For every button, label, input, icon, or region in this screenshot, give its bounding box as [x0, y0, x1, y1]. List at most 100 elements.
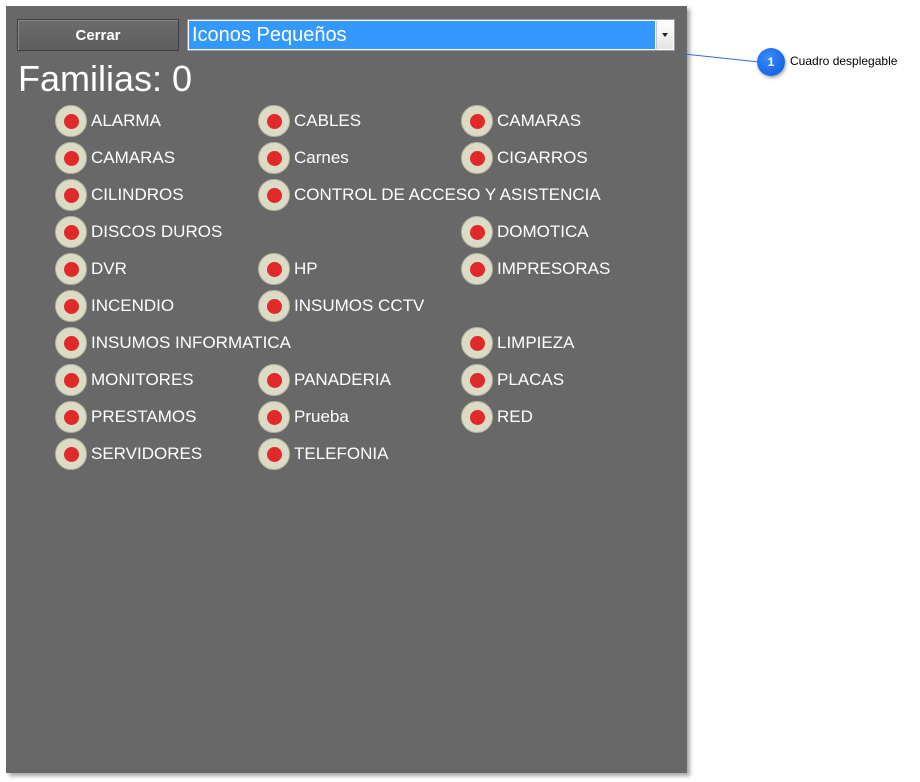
family-item[interactable]: ALARMA	[55, 104, 161, 138]
family-item[interactable]: PRESTAMOS	[55, 400, 196, 434]
family-item-label: DISCOS DUROS	[91, 222, 223, 241]
family-item-label: LIMPIEZA	[497, 333, 575, 352]
family-radio-icon[interactable]	[258, 179, 290, 211]
family-item-label: CABLES	[294, 111, 362, 130]
family-radio-icon[interactable]	[55, 438, 87, 470]
family-item[interactable]: DISCOS DUROS	[55, 215, 222, 249]
radio-dot-icon	[266, 113, 282, 129]
family-item[interactable]: CAMARAS	[55, 141, 175, 175]
radio-dot-icon	[266, 409, 282, 425]
family-item-label: CIGARROS	[497, 148, 588, 167]
family-radio-icon[interactable]	[258, 253, 290, 285]
family-item[interactable]: DVR	[55, 252, 127, 286]
family-item[interactable]: SERVIDORES	[55, 437, 202, 471]
family-radio-icon[interactable]	[55, 327, 87, 359]
families-count-title: Familias: 0	[18, 58, 193, 99]
radio-dot-icon	[63, 113, 79, 129]
family-item[interactable]: CIGARROS	[461, 141, 588, 175]
radio-dot-icon	[469, 372, 485, 388]
family-radio-icon[interactable]	[258, 438, 290, 470]
radio-dot-icon	[469, 409, 485, 425]
family-item-label: INSUMOS CCTV	[294, 296, 425, 315]
family-radio-icon[interactable]	[55, 364, 87, 396]
radio-dot-icon	[63, 224, 79, 240]
family-item-label: DVR	[91, 259, 127, 278]
family-item[interactable]: PANADERIA	[258, 363, 391, 397]
family-item-label: INCENDIO	[91, 296, 175, 315]
family-item-label: HP	[294, 259, 318, 278]
radio-dot-icon	[63, 150, 79, 166]
family-item-label: CAMARAS	[91, 148, 176, 167]
family-radio-icon[interactable]	[258, 401, 290, 433]
family-radio-icon[interactable]	[461, 142, 493, 174]
family-item-label: IMPRESORAS	[497, 259, 611, 278]
family-item[interactable]: CABLES	[258, 104, 361, 138]
callout-label: Cuadro desplegable	[790, 54, 898, 68]
family-radio-icon[interactable]	[461, 327, 493, 359]
family-item-label: CONTROL DE ACCESO Y ASISTENCIA	[294, 185, 601, 204]
close-button[interactable]: Cerrar	[17, 19, 179, 51]
family-radio-icon[interactable]	[461, 216, 493, 248]
radio-dot-icon	[266, 187, 282, 203]
family-item-label: DOMOTICA	[497, 222, 589, 241]
family-radio-icon[interactable]	[461, 401, 493, 433]
family-item[interactable]: CAMARAS	[461, 104, 581, 138]
family-item[interactable]: RED	[461, 400, 533, 434]
family-item[interactable]: Prueba	[258, 400, 349, 434]
family-item-label: Carnes	[294, 148, 349, 167]
family-radio-icon[interactable]	[258, 290, 290, 322]
view-mode-dropdown[interactable]: Iconos Pequeños	[187, 19, 675, 51]
family-radio-icon[interactable]	[258, 105, 290, 137]
radio-dot-icon	[63, 261, 79, 277]
family-radio-icon[interactable]	[461, 105, 493, 137]
family-radio-icon[interactable]	[461, 364, 493, 396]
family-item-label: MONITORES	[91, 370, 194, 389]
radio-dot-icon	[469, 335, 485, 351]
family-item[interactable]: MONITORES	[55, 363, 194, 397]
callout-number-badge: 1	[757, 48, 785, 76]
family-item-label: PLACAS	[497, 370, 565, 389]
family-item[interactable]: IMPRESORAS	[461, 252, 610, 286]
family-radio-icon[interactable]	[258, 142, 290, 174]
family-radio-icon[interactable]	[258, 364, 290, 396]
family-item[interactable]: Carnes	[258, 141, 349, 175]
family-item[interactable]: LIMPIEZA	[461, 326, 574, 360]
family-item-label: RED	[497, 407, 533, 426]
family-radio-icon[interactable]	[55, 290, 87, 322]
family-item-label: SERVIDORES	[91, 444, 203, 463]
family-item[interactable]: CILINDROS	[55, 178, 184, 212]
radio-dot-icon	[469, 113, 485, 129]
family-radio-icon[interactable]	[55, 401, 87, 433]
dropdown-arrow-icon[interactable]	[656, 21, 673, 49]
family-radio-icon[interactable]	[461, 253, 493, 285]
radio-dot-icon	[63, 298, 79, 314]
view-mode-selected-value: Iconos Pequeños	[189, 21, 655, 49]
family-radio-icon[interactable]	[55, 179, 87, 211]
family-item-label: TELEFONIA	[294, 444, 389, 463]
radio-dot-icon	[63, 372, 79, 388]
family-item[interactable]: CONTROL DE ACCESO Y ASISTENCIA	[258, 178, 601, 212]
radio-dot-icon	[266, 446, 282, 462]
radio-dot-icon	[63, 446, 79, 462]
family-item[interactable]: HP	[258, 252, 318, 286]
family-radio-icon[interactable]	[55, 253, 87, 285]
family-item-label: CILINDROS	[91, 185, 184, 204]
family-item-label: ALARMA	[91, 111, 161, 130]
family-item[interactable]: TELEFONIA	[258, 437, 388, 471]
radio-dot-icon	[469, 224, 485, 240]
family-radio-icon[interactable]	[55, 216, 87, 248]
family-item-label: CAMARAS	[497, 111, 582, 130]
family-item[interactable]: INCENDIO	[55, 289, 174, 323]
radio-dot-icon	[266, 372, 282, 388]
families-window: Cerrar Iconos Pequeños Familias: 0 ALARM…	[6, 6, 687, 773]
family-item-label: INSUMOS INFORMATICA	[91, 333, 291, 352]
family-item[interactable]: INSUMOS CCTV	[258, 289, 424, 323]
family-item[interactable]: PLACAS	[461, 363, 564, 397]
radio-dot-icon	[63, 409, 79, 425]
radio-dot-icon	[266, 261, 282, 277]
radio-dot-icon	[469, 261, 485, 277]
family-radio-icon[interactable]	[55, 105, 87, 137]
family-item[interactable]: INSUMOS INFORMATICA	[55, 326, 291, 360]
family-radio-icon[interactable]	[55, 142, 87, 174]
family-item[interactable]: DOMOTICA	[461, 215, 589, 249]
